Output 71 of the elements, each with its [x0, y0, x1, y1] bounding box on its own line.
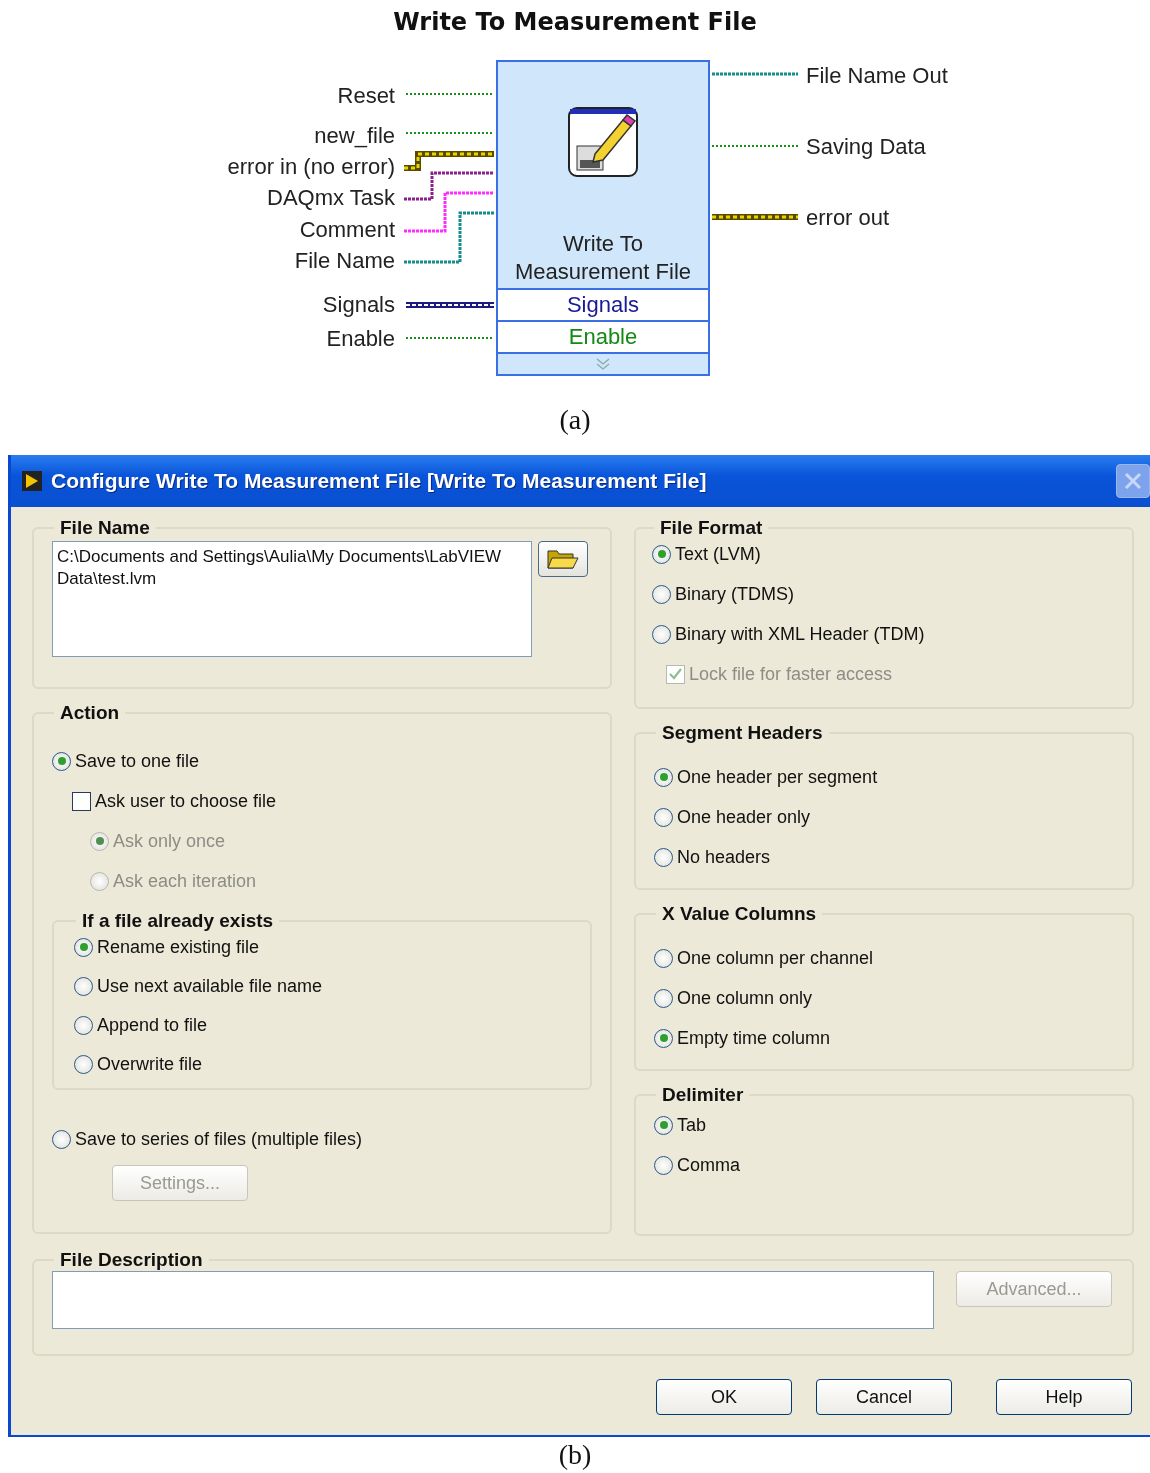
- radio-button[interactable]: [652, 624, 671, 644]
- group-title: Delimiter: [661, 1084, 745, 1106]
- input-label: error in (no error): [227, 154, 395, 180]
- group-title: File Name: [59, 517, 151, 539]
- checkbox[interactable]: [72, 791, 91, 811]
- figure-caption: (a): [558, 403, 592, 437]
- radio-label[interactable]: Binary (TDMS): [675, 583, 794, 605]
- radio-label[interactable]: No headers: [677, 846, 771, 868]
- radio-button[interactable]: [654, 847, 673, 867]
- output-label: error out: [806, 205, 890, 231]
- pencil-notepad-icon: [567, 106, 639, 178]
- radio-label[interactable]: Save to series of files (multiple files): [75, 1128, 363, 1150]
- terminal-label: Enable: [498, 320, 708, 352]
- radio-button[interactable]: [654, 948, 673, 968]
- group-title: File Description: [59, 1249, 204, 1271]
- radio-label[interactable]: Use next available file name: [97, 975, 323, 997]
- group-title: File Format: [659, 517, 764, 539]
- radio-label[interactable]: Save to one file: [75, 750, 200, 772]
- dialog-button[interactable]: Help: [996, 1379, 1132, 1415]
- radio-button[interactable]: [74, 937, 93, 957]
- output-label: Saving Data: [806, 134, 926, 160]
- group-title: Action: [59, 702, 121, 724]
- input-label: Reset: [337, 83, 395, 109]
- checkbox-label[interactable]: Ask user to choose file: [95, 790, 277, 812]
- radio-button[interactable]: [654, 807, 673, 827]
- radio-label[interactable]: Overwrite file: [97, 1053, 203, 1075]
- group-title: If a file already exists: [81, 910, 275, 932]
- terminal-label: Signals: [498, 288, 708, 320]
- file-path-field[interactable]: C:\Documents and Settings\Aulia\My Documents\LabVIEW Data\test.lvm: [52, 541, 532, 657]
- close-icon: [1123, 471, 1143, 491]
- radio-button[interactable]: [654, 1028, 673, 1048]
- group-title: X Value Columns: [661, 903, 818, 925]
- radio-button[interactable]: [654, 988, 673, 1008]
- input-label: File Name: [294, 248, 395, 274]
- radio-button[interactable]: [52, 1129, 71, 1149]
- radio-button[interactable]: [652, 584, 671, 604]
- radio-button[interactable]: [654, 1115, 673, 1135]
- input-label: Comment: [299, 217, 395, 243]
- block-label: Write To Measurement File: [513, 230, 693, 286]
- radio-label[interactable]: One header only: [677, 806, 811, 828]
- radio-button[interactable]: [74, 976, 93, 996]
- input-label: Enable: [326, 326, 395, 352]
- window-title: Configure Write To Measurement File [Write To Measurement File]: [51, 469, 708, 493]
- radio-button[interactable]: [52, 751, 71, 771]
- radio-button[interactable]: [652, 544, 671, 564]
- radio-button[interactable]: [74, 1015, 93, 1035]
- browse-button[interactable]: [538, 541, 588, 577]
- radio-label[interactable]: One column only: [677, 987, 813, 1009]
- radio-label[interactable]: One header per segment: [677, 766, 878, 788]
- input-label: Signals: [322, 292, 395, 318]
- output-label: File Name Out: [806, 63, 948, 89]
- radio-label[interactable]: Tab: [677, 1114, 707, 1136]
- folder-icon: [547, 548, 579, 570]
- radio-label[interactable]: One column per channel: [677, 947, 874, 969]
- group-title: Segment Headers: [661, 722, 824, 744]
- radio-button[interactable]: [654, 1155, 673, 1175]
- figure-caption: (b): [557, 1438, 593, 1472]
- radio-button[interactable]: [654, 767, 673, 787]
- radio-label[interactable]: Rename existing file: [97, 936, 260, 958]
- input-label: DAQmx Task: [267, 185, 395, 211]
- radio-label[interactable]: Text (LVM): [675, 543, 761, 565]
- diagram-title: Write To Measurement File: [392, 8, 758, 36]
- dialog-button[interactable]: Cancel: [816, 1379, 952, 1415]
- input-label: new_file: [314, 123, 395, 149]
- radio-label[interactable]: Comma: [677, 1154, 740, 1176]
- radio-label[interactable]: Empty time column: [677, 1027, 831, 1049]
- radio-label[interactable]: Append to file: [97, 1014, 208, 1036]
- radio-button[interactable]: [74, 1054, 93, 1074]
- description-field[interactable]: [52, 1271, 934, 1329]
- dialog-button[interactable]: OK: [656, 1379, 792, 1415]
- radio-label[interactable]: Binary with XML Header (TDM): [675, 623, 925, 645]
